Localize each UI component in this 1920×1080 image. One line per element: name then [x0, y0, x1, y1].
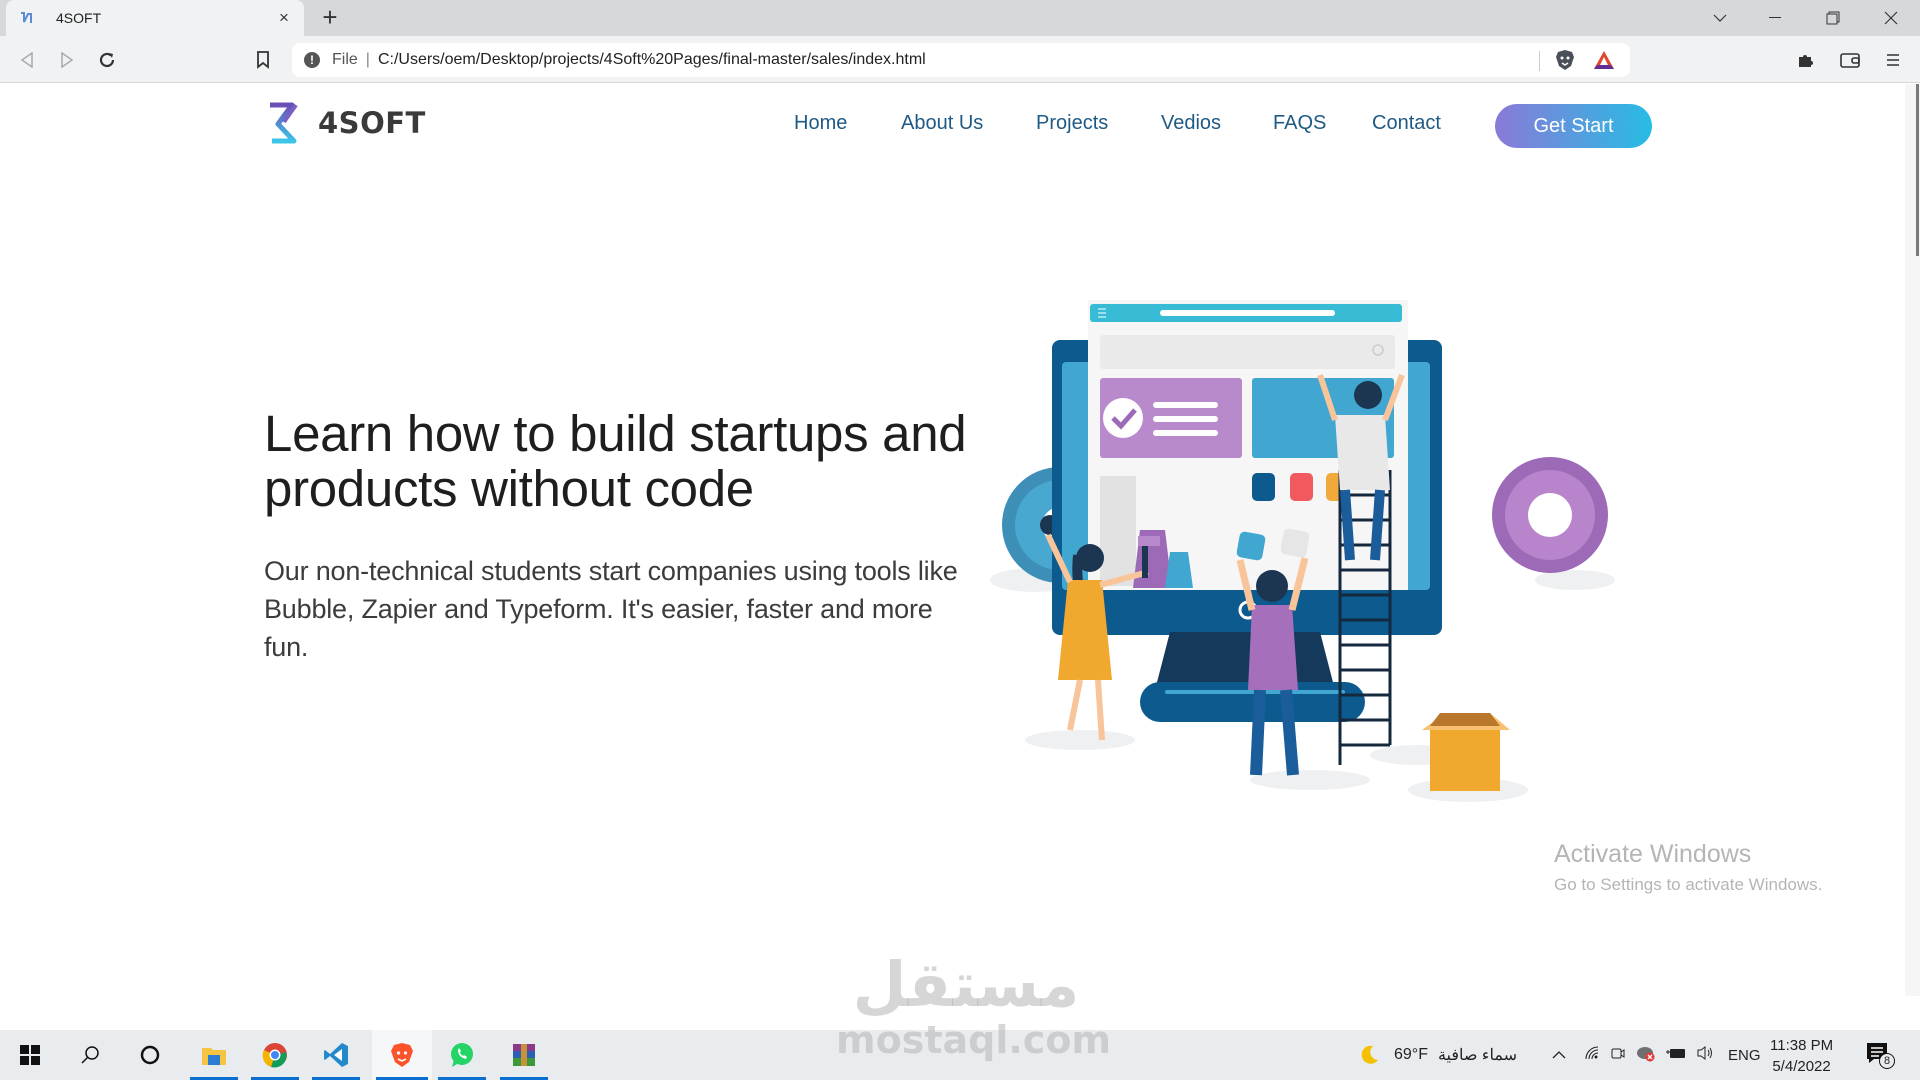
restore-icon[interactable]	[1810, 0, 1856, 36]
clock-date: 5/4/2022	[1772, 1058, 1831, 1075]
cardboard-box	[1422, 713, 1510, 791]
nav-home[interactable]: Home	[794, 112, 847, 135]
weather-widget[interactable]: 69°F سماء صافية	[1358, 1030, 1517, 1080]
browser-tab[interactable]: 4SOFT ×	[6, 0, 304, 36]
taskbar-clock[interactable]: 11:38 PM 5/4/2022	[1770, 1035, 1833, 1077]
brave-shields-icon[interactable]	[1554, 49, 1576, 71]
address-bar[interactable]: ! File | C:/Users/oem/Desktop/projects/4…	[292, 43, 1630, 77]
tab-title: 4SOFT	[56, 10, 102, 26]
site-favicon-icon	[18, 10, 34, 26]
notifications-icon: 8	[1866, 1040, 1896, 1070]
windows-logo-icon	[20, 1045, 40, 1065]
tab-search-chevron-icon[interactable]	[1697, 0, 1743, 36]
start-button[interactable]	[2, 1030, 58, 1080]
extensions-icon[interactable]	[1790, 36, 1820, 83]
chrome-icon	[262, 1043, 287, 1068]
address-separator: |	[365, 51, 370, 68]
wallet-icon[interactable]	[1835, 36, 1865, 83]
file-explorer-icon	[202, 1048, 226, 1065]
browser-toolbar: ! File | C:/Users/oem/Desktop/projects/4…	[0, 36, 1920, 83]
monitor-stand	[1155, 632, 1335, 690]
taskbar-vscode[interactable]	[308, 1030, 364, 1080]
input-language[interactable]: ENG	[1728, 1047, 1761, 1064]
windows-taskbar: 69°F سماء صافية ENG 11:38 PM 5/4/2022 8	[0, 1030, 1920, 1080]
illus-shadow	[1250, 770, 1370, 790]
divider	[1539, 51, 1540, 71]
search-icon	[81, 1046, 99, 1064]
cortana-icon	[140, 1045, 160, 1065]
back-icon[interactable]	[12, 36, 42, 83]
vscode-icon	[324, 1043, 348, 1067]
new-tab-button[interactable]: +	[318, 2, 342, 32]
hero-illustration	[990, 300, 1615, 802]
moon-icon	[1361, 1045, 1378, 1064]
cortana-button[interactable]	[122, 1030, 178, 1080]
onedrive-error-icon[interactable]	[1636, 1044, 1656, 1067]
nav-contact[interactable]: Contact	[1372, 112, 1441, 135]
brand-name: 4SOFT	[318, 106, 426, 140]
taskbar-chrome[interactable]	[247, 1030, 303, 1080]
taskbar-brave[interactable]	[372, 1030, 432, 1080]
close-window-icon[interactable]	[1868, 0, 1914, 36]
notifications-count-badge: 8	[1879, 1053, 1895, 1069]
weather-description: سماء صافية	[1437, 1047, 1517, 1064]
taskbar-winrar[interactable]	[496, 1030, 552, 1080]
get-start-button[interactable]: Get Start	[1495, 104, 1652, 148]
search-button[interactable]	[62, 1030, 118, 1080]
site-navbar: 4SOFT Home About Us Projects Vedios FAQS…	[0, 84, 1905, 164]
brave-icon	[391, 1043, 413, 1067]
taskbar-whatsapp[interactable]	[434, 1030, 490, 1080]
taskbar-file-explorer[interactable]	[186, 1030, 242, 1080]
whatsapp-icon	[451, 1043, 473, 1067]
nav-faqs[interactable]: FAQS	[1273, 112, 1326, 135]
browser-tab-bar: 4SOFT × +	[0, 0, 1920, 36]
site-logo[interactable]: 4SOFT	[266, 102, 426, 144]
tab-close-icon[interactable]: ×	[276, 8, 292, 28]
clock-time: 11:38 PM	[1770, 1037, 1834, 1054]
volume-icon[interactable]	[1696, 1045, 1714, 1066]
brave-rewards-icon[interactable]	[1592, 49, 1616, 71]
show-hidden-icons-chevron-icon[interactable]	[1548, 1046, 1570, 1064]
site-info-icon[interactable]: !	[304, 52, 320, 68]
activate-windows-subtitle: Go to Settings to activate Windows.	[1554, 875, 1823, 894]
action-center-button[interactable]: 8	[1866, 1030, 1896, 1080]
illus-shadow	[1535, 570, 1615, 590]
camera-icon[interactable]	[1610, 1045, 1626, 1066]
gear-right-icon	[1492, 457, 1608, 573]
nav-projects[interactable]: Projects	[1036, 112, 1108, 135]
winrar-icon	[513, 1044, 535, 1066]
reload-icon[interactable]	[92, 36, 122, 83]
nav-videos[interactable]: Vedios	[1161, 112, 1221, 135]
illus-shadow	[1025, 730, 1135, 750]
menu-icon[interactable]	[1878, 36, 1908, 83]
bookmark-icon[interactable]	[248, 36, 278, 83]
logo-hourglass-icon	[270, 102, 298, 144]
nav-about-us[interactable]: About Us	[901, 112, 983, 135]
forward-icon[interactable]	[52, 36, 82, 83]
page-scrollbar-thumb[interactable]	[1916, 84, 1919, 256]
hero-title: Learn how to build startups and products…	[264, 405, 967, 517]
activate-windows-title: Activate Windows	[1554, 840, 1752, 868]
system-tray: ENG	[1548, 1030, 1761, 1080]
address-scheme: File	[332, 51, 358, 68]
address-url[interactable]: C:/Users/oem/Desktop/projects/4Soft%20Pa…	[378, 51, 926, 69]
minimize-icon[interactable]	[1752, 0, 1798, 36]
battery-icon[interactable]	[1666, 1046, 1686, 1065]
wifi-icon[interactable]	[1584, 1045, 1600, 1066]
weather-temperature: 69°F	[1394, 1046, 1428, 1063]
hero-subtitle: Our non-technical students start compani…	[264, 556, 958, 662]
activate-windows-notice: Activate Windows Go to Settings to activ…	[1554, 840, 1822, 895]
